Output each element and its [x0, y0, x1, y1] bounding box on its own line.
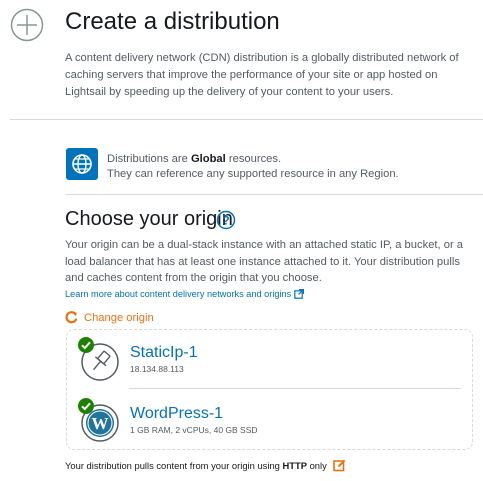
resource-detail: 1 GB RAM, 2 vCPUs, 40 GB SSD	[130, 425, 258, 435]
origin-card: StaticIp-1 18.134.88.113 W WordPress-1 1…	[66, 329, 473, 450]
global-notice: Distributions are Global resources. They…	[107, 152, 399, 182]
page-title: Create a distribution	[65, 8, 280, 35]
section-divider	[10, 119, 483, 120]
external-link-icon	[294, 289, 305, 299]
resource-divider	[129, 388, 461, 389]
protocol-prefix: Your distribution pulls content from you…	[65, 460, 283, 471]
globe-icon	[66, 148, 98, 180]
edit-icon[interactable]	[332, 459, 346, 472]
origin-description: Your origin can be a dual-stack instance…	[65, 239, 464, 284]
global-notice-prefix: Distributions are	[107, 153, 191, 165]
learn-more-label[interactable]: Learn more about content delivery networ…	[65, 289, 291, 299]
resource-name[interactable]: WordPress-1	[130, 405, 223, 423]
protocol-value: HTTP	[282, 460, 307, 471]
origin-section-title: Choose your origin	[65, 208, 233, 230]
help-icon[interactable]: ?	[216, 210, 236, 230]
protocol-suffix: only	[306, 460, 327, 471]
global-notice-bold: Global	[190, 153, 226, 165]
plus-circle-icon	[10, 8, 44, 42]
check-icon	[78, 337, 94, 353]
global-notice-line2: They can reference any supported resourc…	[107, 168, 399, 180]
resource-detail: 18.134.88.113	[130, 364, 184, 374]
page-description: A content delivery network (CDN) distrib…	[65, 52, 459, 98]
svg-text:?: ?	[222, 214, 229, 228]
global-notice-suffix: resources.	[225, 153, 282, 165]
svg-text:W: W	[92, 414, 109, 433]
resource-name[interactable]: StaticIp-1	[130, 344, 198, 362]
check-icon	[78, 398, 94, 414]
section-divider	[66, 194, 483, 195]
change-origin-button[interactable]: Change origin	[65, 311, 154, 324]
change-origin-label[interactable]: Change origin	[84, 312, 154, 324]
resource-wordpress[interactable]: W WordPress-1 1 GB RAM, 2 vCPUs, 40 GB S…	[77, 398, 457, 445]
learn-more-link[interactable]: Learn more about content delivery networ…	[65, 289, 305, 299]
resource-staticip[interactable]: StaticIp-1 18.134.88.113	[77, 337, 457, 384]
protocol-notice: Your distribution pulls content from you…	[65, 459, 346, 472]
refresh-icon	[65, 311, 78, 324]
